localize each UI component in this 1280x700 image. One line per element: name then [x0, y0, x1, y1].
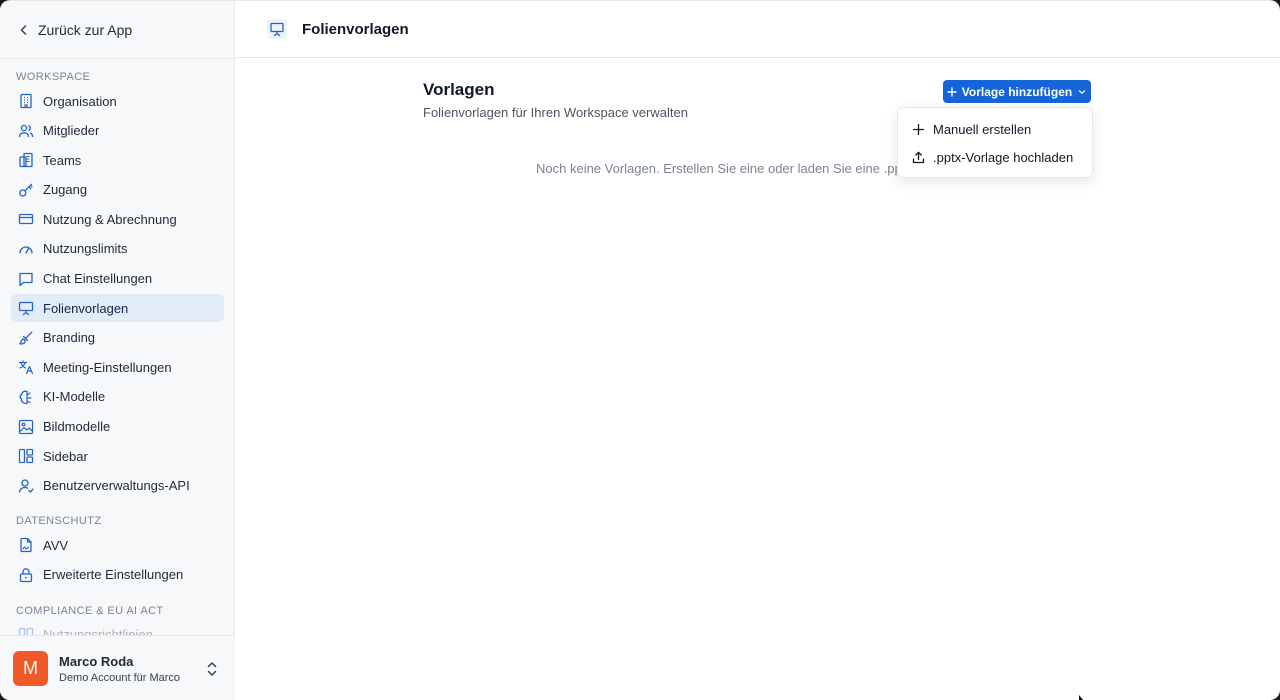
- sidebar-item-avv[interactable]: AVV: [11, 531, 224, 559]
- sidebar-item-label: Benutzerverwaltungs-API: [43, 478, 190, 494]
- user-info: Marco Roda Demo Account für Marco: [59, 654, 180, 684]
- sidebar-item-bildmodelle[interactable]: Bildmodelle: [11, 413, 224, 441]
- user-api-icon: [18, 479, 34, 493]
- user-account-name: Demo Account für Marco: [59, 671, 181, 684]
- sidebar-item-nutzung-abrechnung[interactable]: Nutzung & Abrechnung: [11, 205, 224, 233]
- menu-item-label: .pptx-Vorlage hochladen: [933, 149, 1074, 165]
- sidebar-item-nutzungslimits[interactable]: Nutzungslimits: [11, 235, 224, 263]
- sidebar-item-meeting-einstellungen[interactable]: Meeting-Einstellungen: [11, 353, 224, 381]
- translate-icon: [18, 360, 34, 375]
- sidebar-item-label: Bildmodelle: [43, 419, 111, 435]
- sidebar-item-erweiterte-einstellungen[interactable]: Erweiterte Einstellungen: [11, 561, 224, 589]
- section-title-workspace: WORKSPACE: [16, 71, 91, 83]
- chat-icon: [19, 272, 33, 286]
- back-link-label: Zurück zur App: [38, 22, 133, 38]
- sidebar-item-teams[interactable]: Teams: [11, 146, 224, 174]
- avatar: M: [13, 651, 48, 686]
- chevron-left-icon: [20, 25, 27, 35]
- back-to-app-link[interactable]: Zurück zur App: [18, 20, 132, 40]
- presentation-icon: [18, 302, 34, 316]
- menu-item-create-manually[interactable]: Manuell erstellen: [898, 115, 1092, 143]
- menu-item-upload-pptx[interactable]: .pptx-Vorlage hochladen: [898, 143, 1092, 171]
- page-title: Folienvorlagen: [302, 20, 409, 38]
- sidebar-item-label: Erweiterte Einstellungen: [43, 567, 184, 583]
- sidebar-item-label: Teams: [43, 152, 82, 168]
- page-header: Folienvorlagen: [236, 1, 1280, 58]
- section-title-compliance: COMPLIANCE & EU AI ACT: [16, 604, 164, 617]
- document-signature-icon: [20, 538, 32, 553]
- app-window: Zurück zur App WORKSPACE Organisation Mi…: [0, 0, 1280, 700]
- sidebar-item-ki-modelle[interactable]: KI-Modelle: [11, 383, 224, 411]
- teams-icon: [19, 153, 33, 168]
- sidebar-item-folienvorlagen[interactable]: Folienvorlagen: [11, 294, 224, 323]
- sidebar-item-label: AVV: [43, 537, 69, 553]
- sidebar-item-mitglieder[interactable]: Mitglieder: [11, 117, 224, 145]
- sidebar-item-label: Sidebar: [43, 448, 88, 464]
- sidebar-item-label: Branding: [43, 330, 96, 346]
- sidebar-item-label: Zugang: [43, 182, 88, 198]
- sidebar-item-label: Folienvorlagen: [43, 300, 129, 316]
- gauge-icon: [19, 246, 33, 254]
- building-icon: [20, 93, 32, 109]
- presentation-icon: [267, 19, 287, 39]
- layout-icon: [18, 627, 34, 635]
- sidebar-item-chat-einstellungen[interactable]: Chat Einstellungen: [11, 265, 224, 293]
- add-template-label: Vorlage hinzufügen: [961, 84, 1073, 99]
- sidebar-item-label: Nutzungsrichtlinien: [43, 627, 153, 635]
- sidebar-item-label: Mitglieder: [43, 123, 100, 139]
- sidebar-item-label: Meeting-Einstellungen: [43, 359, 172, 375]
- lock-icon: [19, 568, 33, 583]
- plus-icon: [947, 86, 957, 97]
- sidebar-item-label: Chat Einstellungen: [43, 271, 153, 287]
- users-icon: [18, 124, 34, 137]
- section-heading: Vorlagen: [423, 80, 495, 99]
- empty-state-text: Noch keine Vorlagen. Erstellen Sie eine …: [536, 161, 898, 176]
- section-title-datenschutz: DATENSCHUTZ: [16, 515, 102, 528]
- chevron-down-icon: [1079, 89, 1086, 94]
- layout-icon: [18, 448, 34, 464]
- sidebar-item-label: Nutzungslimits: [43, 241, 128, 257]
- sidebar-item-label: KI-Modelle: [43, 389, 106, 405]
- sidebar-item-branding[interactable]: Branding: [11, 324, 224, 352]
- settings-sidebar: Zurück zur App WORKSPACE Organisation Mi…: [0, 1, 235, 700]
- brain-icon: [19, 390, 32, 405]
- brush-icon: [19, 331, 33, 345]
- credit-card-icon: [18, 214, 34, 225]
- user-account-switcher[interactable]: M Marco Roda Demo Account für Marco: [0, 635, 235, 700]
- add-template-button[interactable]: Vorlage hinzufügen: [943, 80, 1091, 103]
- user-name: Marco Roda: [59, 653, 134, 669]
- sidebar-item-sidebar[interactable]: Sidebar: [11, 442, 224, 470]
- sidebar-nav[interactable]: WORKSPACE Organisation Mitglieder Teams …: [0, 59, 235, 635]
- image-icon: [18, 419, 34, 434]
- section-description: Folienvorlagen für Ihren Workspace verwa…: [423, 105, 688, 120]
- mouse-cursor-icon: [1079, 695, 1084, 700]
- plus-icon: [912, 123, 925, 135]
- sidebar-item-organisation[interactable]: Organisation: [11, 87, 224, 115]
- sidebar-item-nutzungsrichtlinien[interactable]: Nutzungsrichtlinien: [11, 621, 224, 635]
- key-icon: [19, 183, 33, 197]
- chevrons-up-down-icon[interactable]: [205, 660, 219, 678]
- sidebar-item-label: Organisation: [43, 93, 117, 109]
- sidebar-item-benutzerverwaltungs-api[interactable]: Benutzerverwaltungs-API: [11, 472, 224, 500]
- upload-icon: [912, 151, 925, 163]
- sidebar-item-zugang[interactable]: Zugang: [11, 176, 224, 204]
- sidebar-item-label: Nutzung & Abrechnung: [43, 211, 177, 227]
- menu-item-label: Manuell erstellen: [933, 121, 1032, 137]
- add-template-dropdown: Manuell erstellen .pptx-Vorlage hochlade…: [897, 107, 1093, 178]
- main-content: Folienvorlagen Vorlagen Folienvorlagen f…: [236, 1, 1280, 700]
